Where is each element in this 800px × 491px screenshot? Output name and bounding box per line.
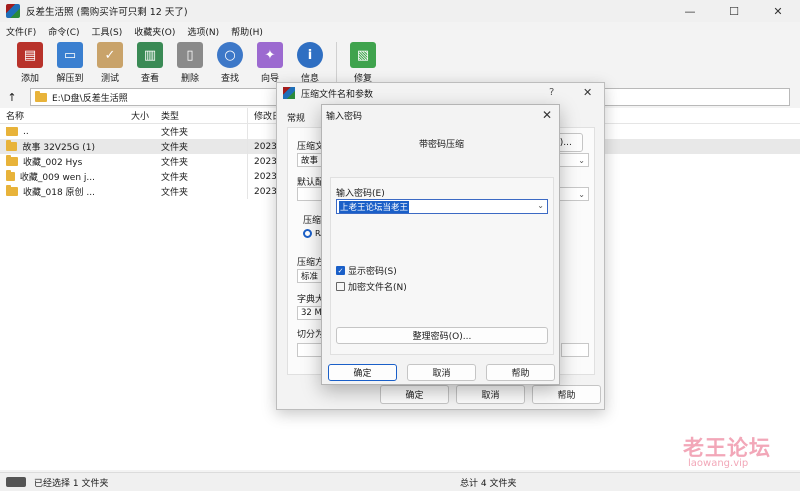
- menu-favorites[interactable]: 收藏夹(O): [128, 25, 181, 38]
- help-question-icon[interactable]: ?: [549, 87, 554, 98]
- column-name[interactable]: 名称: [0, 109, 95, 122]
- checkbox-unchecked-icon: [336, 282, 345, 291]
- view-button[interactable]: ▥ 查看: [130, 40, 170, 84]
- menu-options[interactable]: 选项(N): [181, 25, 225, 38]
- close-icon[interactable]: ✕: [583, 86, 592, 99]
- winrar-app-icon: [283, 87, 295, 99]
- toolbar: ▤ 添加 ▭ 解压到 ✓ 测试 ▥ 查看 ▯ 删除 ○ 查找 ✦ 向导 i 信息…: [0, 40, 800, 86]
- test-button[interactable]: ✓ 测试: [90, 40, 130, 84]
- folder-icon: [6, 185, 18, 196]
- test-clipboard-icon: ✓: [97, 42, 123, 68]
- maximize-icon[interactable]: ☐: [712, 0, 756, 22]
- add-archive-icon: ▤: [17, 42, 43, 68]
- archive-help-button[interactable]: 帮助: [532, 385, 601, 404]
- folder-icon: [6, 155, 18, 166]
- archive-name-label: 压缩文: [297, 142, 325, 152]
- chevron-down-icon: ⌄: [578, 189, 585, 199]
- folder-icon: [6, 170, 15, 181]
- password-dialog: 输入密码 ✕ 带密码压缩 输入密码(E) 上老王论坛当老王 ⌄ ✓ 显示密码(S…: [321, 104, 560, 385]
- extract-to-button[interactable]: ▭ 解压到: [50, 40, 90, 84]
- address-path: E:\D盘\反差生活照: [52, 93, 128, 104]
- status-total: 总计 4 文件夹: [460, 478, 517, 489]
- archive-ok-button[interactable]: 确定: [380, 385, 449, 404]
- show-password-checkbox[interactable]: ✓ 显示密码(S): [336, 264, 397, 277]
- password-value: 上老王论坛当老王: [339, 200, 410, 213]
- manage-passwords-button[interactable]: 整理密码(O)...: [336, 327, 548, 344]
- chevron-down-icon[interactable]: ⌄: [537, 201, 544, 210]
- radio-selected-icon: [303, 229, 312, 238]
- add-button[interactable]: ▤ 添加: [10, 40, 50, 84]
- menu-file[interactable]: 文件(F): [0, 25, 42, 38]
- wizard-wand-icon: ✦: [257, 42, 283, 68]
- password-input[interactable]: 上老王论坛当老王 ⌄: [336, 199, 548, 214]
- find-magnifier-icon: ○: [217, 42, 243, 68]
- minimize-icon[interactable]: —: [668, 0, 712, 22]
- title-bar: 反差生活照 (需购买许可只剩 12 天了) — ☐ ✕: [0, 0, 800, 22]
- watermark-text-en: laowang.vip: [688, 458, 749, 469]
- menu-commands[interactable]: 命令(C): [42, 25, 85, 38]
- info-icon: i: [297, 42, 323, 68]
- archive-cancel-button[interactable]: 取消: [456, 385, 525, 404]
- checkbox-checked-icon: ✓: [336, 266, 345, 275]
- window-controls: — ☐ ✕: [668, 0, 800, 22]
- menu-tools[interactable]: 工具(S): [86, 25, 129, 38]
- toolbar-separator: [336, 42, 337, 82]
- up-arrow-icon[interactable]: ↑: [0, 91, 24, 104]
- tab-general[interactable]: 常规: [287, 111, 305, 124]
- enter-password-label: 输入密码(E): [336, 189, 385, 199]
- view-book-icon: ▥: [137, 42, 163, 68]
- archive-dialog-titlebar: 压缩文件名和参数: [277, 83, 604, 103]
- status-selection: 已经选择 1 文件夹: [34, 478, 109, 489]
- menu-help[interactable]: 帮助(H): [225, 25, 269, 38]
- wizard-button[interactable]: ✦ 向导: [250, 40, 290, 84]
- chevron-down-icon: ⌄: [578, 155, 585, 165]
- folder-icon: [6, 126, 18, 136]
- password-dialog-titlebar: 输入密码: [322, 105, 559, 125]
- method-label: 压缩方: [297, 258, 325, 268]
- split-label: 切分为: [297, 330, 325, 340]
- close-icon[interactable]: ✕: [542, 108, 552, 122]
- delete-trash-icon: ▯: [177, 42, 203, 68]
- extract-folder-icon: ▭: [57, 42, 83, 68]
- drive-icon: [6, 477, 26, 487]
- archive-dialog-title: 压缩文件名和参数: [301, 89, 374, 100]
- password-dialog-title: 输入密码: [326, 111, 363, 122]
- winrar-app-icon: [6, 4, 20, 18]
- split-unit-field[interactable]: [561, 343, 589, 357]
- info-button[interactable]: i 信息: [290, 40, 330, 84]
- delete-button[interactable]: ▯ 删除: [170, 40, 210, 84]
- repair-book-icon: ▧: [350, 42, 376, 68]
- format-label: 压缩: [303, 216, 322, 226]
- close-icon[interactable]: ✕: [756, 0, 800, 22]
- password-ok-button[interactable]: 确定: [328, 364, 397, 381]
- find-button[interactable]: ○ 查找: [210, 40, 250, 84]
- column-size[interactable]: 大小: [95, 109, 155, 122]
- status-bar: 已经选择 1 文件夹 总计 4 文件夹: [0, 472, 800, 491]
- window-title: 反差生活照 (需购买许可只剩 12 天了): [26, 7, 188, 18]
- folder-icon: [6, 140, 18, 151]
- dictionary-label: 字典大: [297, 295, 325, 305]
- password-cancel-button[interactable]: 取消: [407, 364, 476, 381]
- password-dialog-subtitle: 带密码压缩: [418, 140, 464, 150]
- repair-button[interactable]: ▧ 修复: [343, 40, 383, 84]
- encrypt-filenames-checkbox[interactable]: 加密文件名(N): [336, 280, 407, 293]
- menu-bar: 文件(F) 命令(C) 工具(S) 收藏夹(O) 选项(N) 帮助(H): [0, 22, 800, 40]
- column-type[interactable]: 类型: [155, 109, 247, 122]
- password-help-button[interactable]: 帮助: [486, 364, 555, 381]
- folder-icon: [35, 90, 47, 102]
